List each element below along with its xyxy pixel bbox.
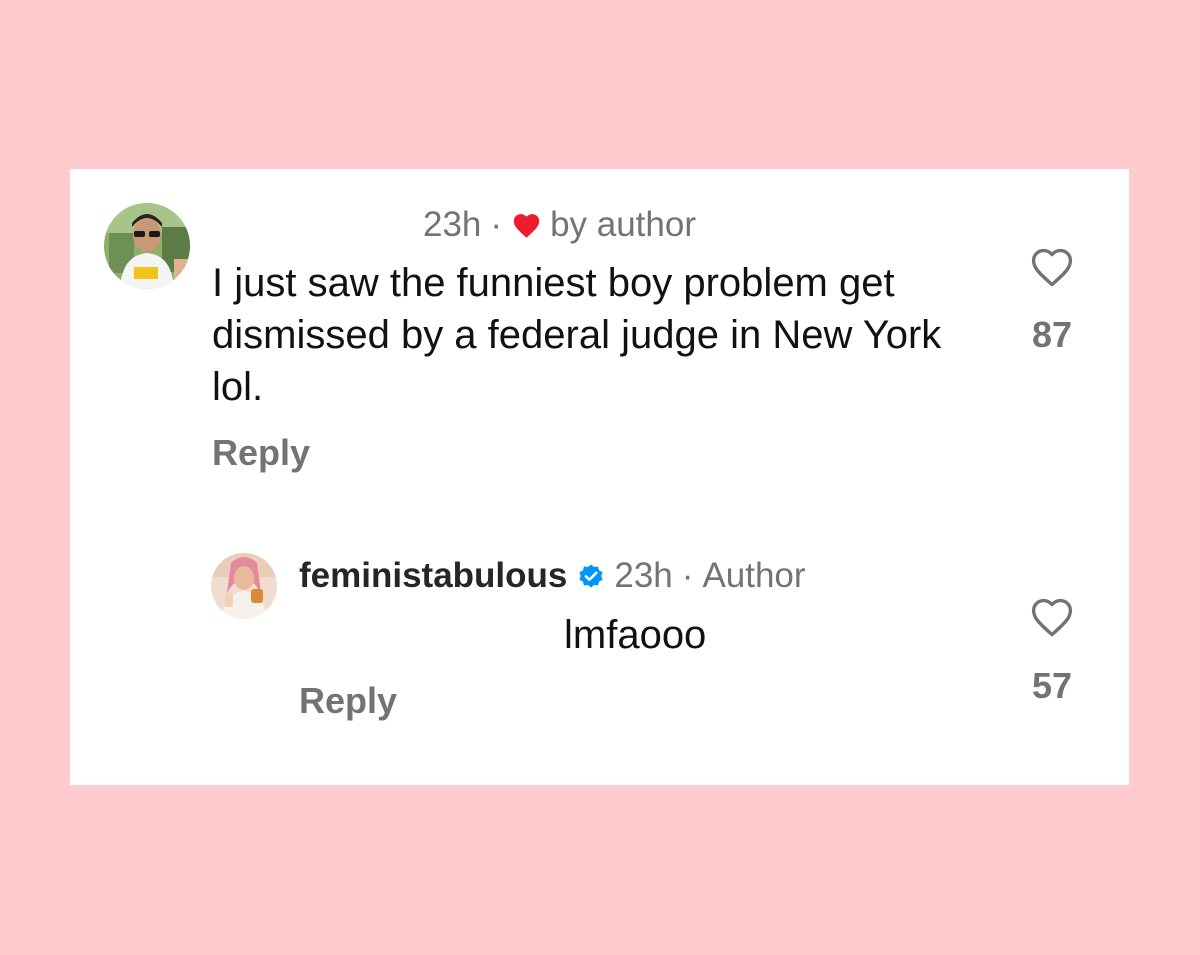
author-username[interactable]: feministabulous — [299, 556, 567, 596]
liked-by-author-label: by author — [550, 205, 696, 244]
comment-meta: 23h · by author — [423, 203, 696, 247]
reply-meta: feministabulous 23h · Author — [299, 554, 806, 598]
author-avatar[interactable] — [211, 553, 277, 619]
verified-badge-icon — [577, 562, 605, 590]
comment-text: I just saw the funniest boy problem get … — [212, 261, 942, 409]
reply-text: lmfaooo — [564, 613, 707, 657]
author-label: Author — [702, 556, 806, 595]
like-count: 57 — [1031, 665, 1073, 706]
meta-separator: · — [490, 205, 503, 244]
reply-button[interactable]: Reply — [212, 432, 310, 474]
heart-filled-icon — [511, 211, 542, 239]
commenter-avatar[interactable] — [104, 203, 190, 289]
reply-button[interactable]: Reply — [299, 680, 397, 722]
heart-outline-icon[interactable] — [1028, 244, 1076, 288]
heart-outline-icon[interactable] — [1028, 594, 1076, 638]
comment-card: 23h · by author I just saw the funniest … — [70, 169, 1129, 785]
meta-separator: · — [681, 556, 694, 595]
like-count: 87 — [1031, 314, 1073, 355]
reply-time: 23h — [614, 556, 673, 595]
comment-time: 23h — [423, 205, 482, 244]
